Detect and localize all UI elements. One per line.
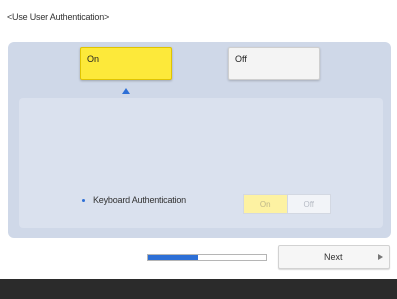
keyboard-authentication-toggle: On Off [243, 194, 331, 214]
selection-indicator-icon [122, 88, 130, 94]
keyboard-authentication-label: Keyboard Authentication [93, 195, 186, 205]
off-button-label: Off [235, 54, 247, 64]
next-button[interactable]: Next [278, 245, 390, 269]
bullet-icon [82, 199, 85, 202]
keyboard-auth-off-option: Off [286, 195, 330, 213]
progress-fill [148, 255, 198, 260]
on-button[interactable]: On [80, 47, 172, 80]
footer-bar [0, 279, 397, 299]
off-button[interactable]: Off [228, 47, 320, 80]
arrow-right-icon [378, 254, 383, 260]
progress-bar [147, 254, 267, 261]
page-title: <Use User Authentication> [7, 12, 110, 22]
keyboard-auth-on-option: On [244, 195, 287, 213]
next-button-label: Next [324, 252, 343, 262]
on-button-label: On [87, 54, 100, 64]
